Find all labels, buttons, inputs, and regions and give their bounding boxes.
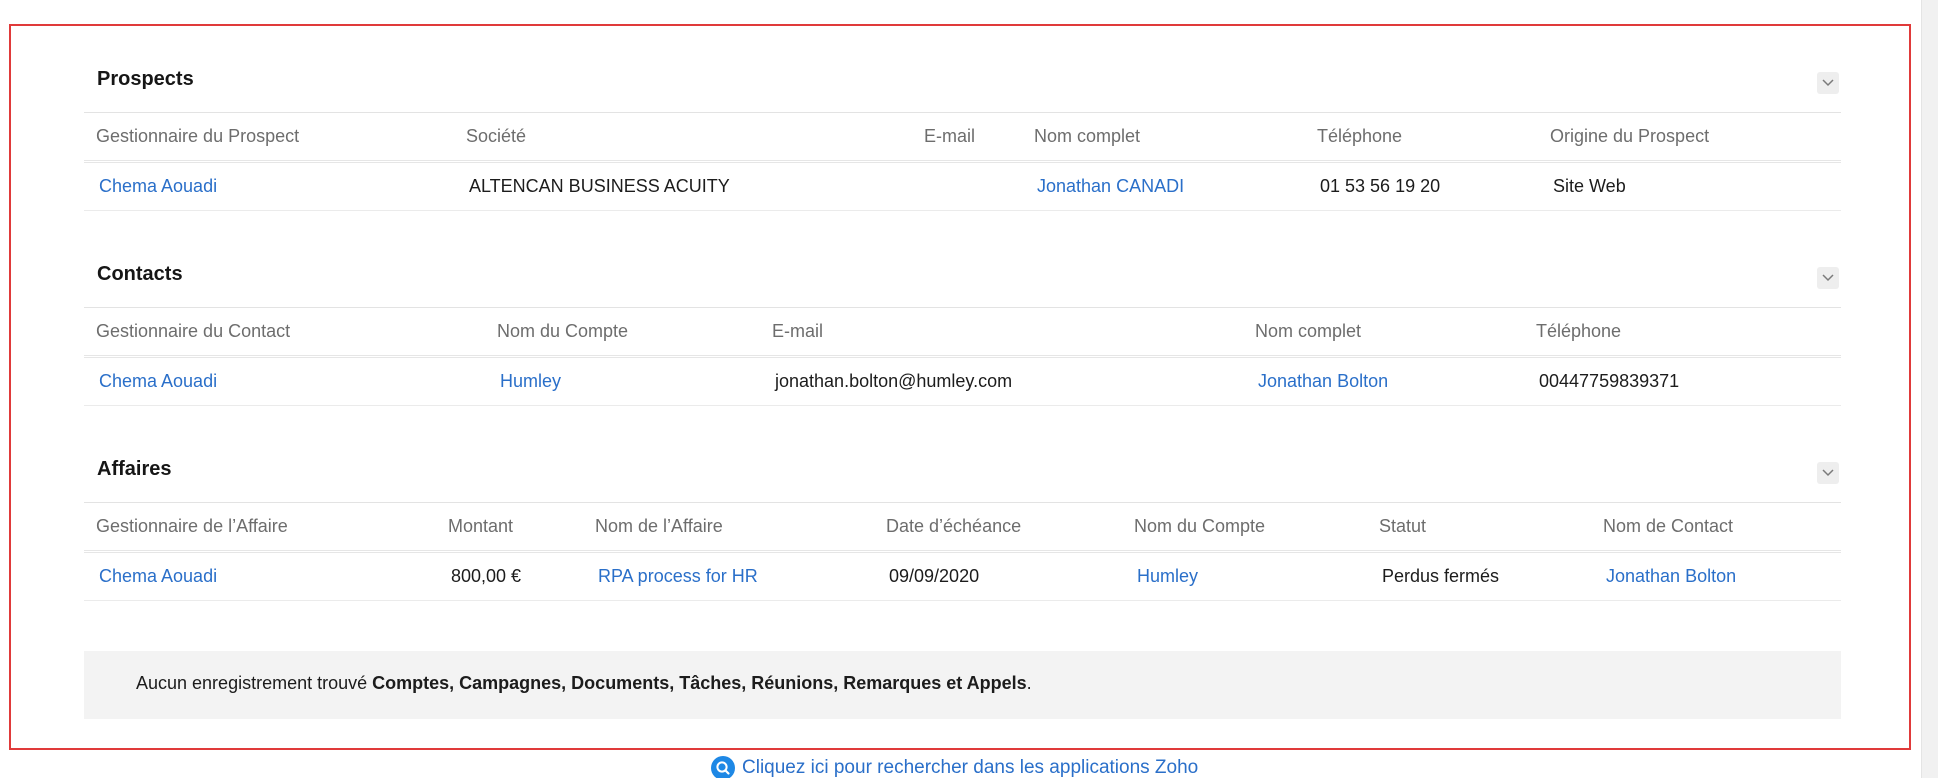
section-title: Contacts xyxy=(97,263,183,285)
column-header[interactable]: Gestionnaire du Prospect xyxy=(96,126,299,147)
section-title: Prospects xyxy=(97,68,194,90)
no-records-notice: Aucun enregistrement trouvé Comptes, Cam… xyxy=(84,651,1841,719)
no-records-modules: Comptes, Campagnes, Documents, Tâches, R… xyxy=(372,673,1027,693)
column-header[interactable]: Gestionnaire du Contact xyxy=(96,321,290,342)
zoho-search-label: Cliquez ici pour rechercher dans les app… xyxy=(742,757,1199,778)
table-header: Gestionnaire de l’Affaire Montant Nom de… xyxy=(84,503,1841,553)
search-icon xyxy=(711,756,735,778)
column-header[interactable]: Nom du Compte xyxy=(497,321,628,342)
column-header[interactable]: E-mail xyxy=(924,126,975,147)
section-prospects: Prospects Gestionnaire du Prospect Socié… xyxy=(84,34,1841,211)
no-records-text: Aucun enregistrement trouvé Comptes, Cam… xyxy=(136,673,1032,694)
column-header[interactable]: Montant xyxy=(448,516,513,537)
section-header: Prospects xyxy=(84,34,1841,113)
deal-name-link[interactable]: RPA process for HR xyxy=(598,566,758,587)
section-title: Affaires xyxy=(97,458,172,480)
deal-stage: Perdus fermés xyxy=(1382,566,1500,586)
table-header: Gestionnaire du Prospect Société E-mail … xyxy=(84,113,1841,163)
prospect-name-link[interactable]: Jonathan CANADI xyxy=(1037,176,1184,197)
section-deals: Affaires Gestionnaire de l’Affaire Monta… xyxy=(84,424,1841,601)
prospect-owner-link[interactable]: Chema Aouadi xyxy=(99,176,217,197)
column-header[interactable]: Nom de l’Affaire xyxy=(595,516,723,537)
table-row: Chema Aouadi ALTENCAN BUSINESS ACUITY Jo… xyxy=(84,163,1841,211)
column-header[interactable]: Nom de Contact xyxy=(1603,516,1733,537)
chevron-down-icon xyxy=(1822,469,1834,477)
page: Prospects Gestionnaire du Prospect Socié… xyxy=(0,0,1938,778)
column-header[interactable]: Origine du Prospect xyxy=(1550,126,1709,147)
column-header[interactable]: Nom complet xyxy=(1255,321,1361,342)
column-header[interactable]: Société xyxy=(466,126,526,147)
column-header[interactable]: Gestionnaire de l’Affaire xyxy=(96,516,288,537)
column-header[interactable]: Nom complet xyxy=(1034,126,1140,147)
section-contacts: Contacts Gestionnaire du Contact Nom du … xyxy=(84,229,1841,406)
column-header[interactable]: E-mail xyxy=(772,321,823,342)
column-header[interactable]: Téléphone xyxy=(1536,321,1621,342)
column-header[interactable]: Date d’échéance xyxy=(886,516,1021,537)
prospect-company: ALTENCAN BUSINESS ACUITY xyxy=(469,176,730,196)
no-records-prefix: Aucun enregistrement trouvé xyxy=(136,673,373,693)
chevron-down-icon xyxy=(1822,274,1834,282)
contact-account-link[interactable]: Humley xyxy=(500,371,561,392)
prospect-source: Site Web xyxy=(1553,176,1626,196)
prospect-phone: 01 53 56 19 20 xyxy=(1320,176,1441,196)
collapse-contacts-button[interactable] xyxy=(1817,267,1839,289)
deal-owner-link[interactable]: Chema Aouadi xyxy=(99,566,217,587)
collapse-prospects-button[interactable] xyxy=(1817,72,1839,94)
table-header: Gestionnaire du Contact Nom du Compte E-… xyxy=(84,308,1841,358)
chevron-down-icon xyxy=(1822,79,1834,87)
contact-email: jonathan.bolton@humley.com xyxy=(775,371,1013,391)
deal-amount: 800,00 € xyxy=(451,566,522,586)
scrollbar[interactable] xyxy=(1921,0,1938,778)
column-header[interactable]: Statut xyxy=(1379,516,1426,537)
column-header[interactable]: Téléphone xyxy=(1317,126,1402,147)
contact-name-link[interactable]: Jonathan Bolton xyxy=(1258,371,1388,392)
section-header: Contacts xyxy=(84,229,1841,308)
table-row: Chema Aouadi Humley jonathan.bolton@huml… xyxy=(84,358,1841,406)
zoho-search-link[interactable]: Cliquez ici pour rechercher dans les app… xyxy=(711,756,1199,778)
deal-contact-link[interactable]: Jonathan Bolton xyxy=(1606,566,1736,587)
deal-account-link[interactable]: Humley xyxy=(1137,566,1198,587)
deal-closing-date: 09/09/2020 xyxy=(889,566,980,586)
collapse-deals-button[interactable] xyxy=(1817,462,1839,484)
column-header[interactable]: Nom du Compte xyxy=(1134,516,1265,537)
section-header: Affaires xyxy=(84,424,1841,503)
table-row: Chema Aouadi 800,00 € RPA process for HR… xyxy=(84,553,1841,601)
no-records-suffix: . xyxy=(1026,673,1032,693)
contact-owner-link[interactable]: Chema Aouadi xyxy=(99,371,217,392)
contact-phone: 00447759839371 xyxy=(1539,371,1680,391)
